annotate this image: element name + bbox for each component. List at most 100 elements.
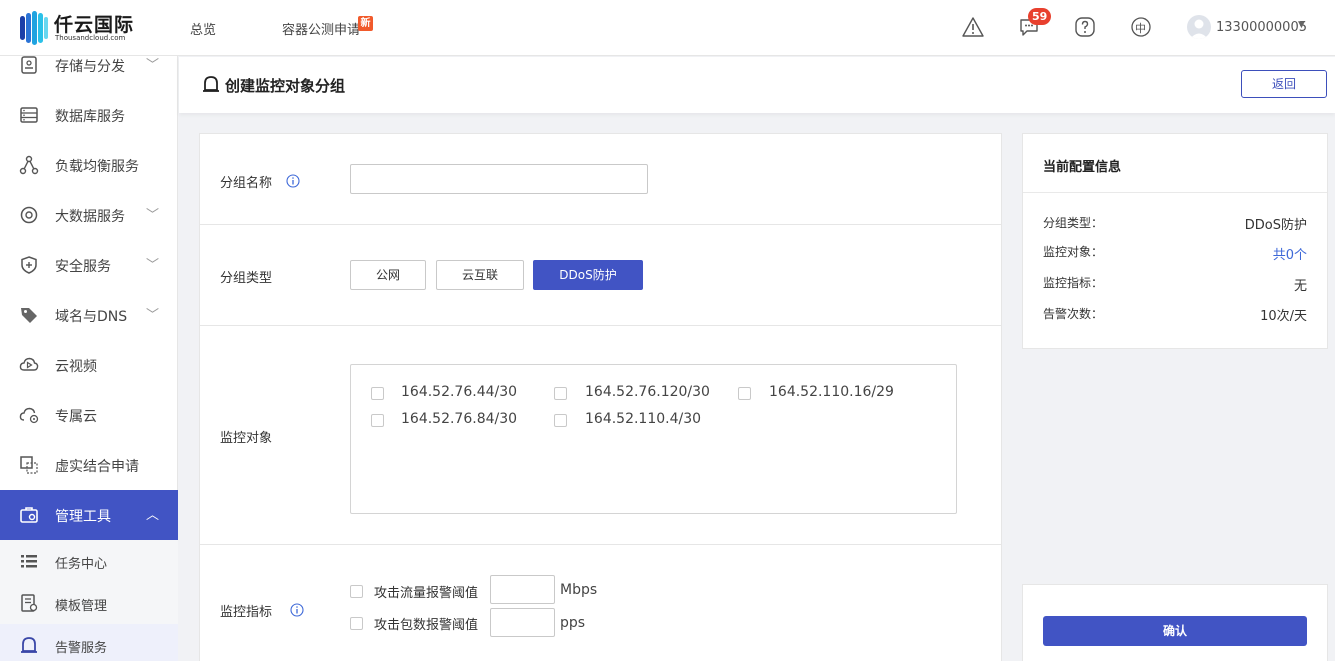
toolbox-icon: [20, 507, 38, 523]
sidebar-item-label: 虚实结合申请: [55, 459, 139, 475]
sidebar-subitem-alarm[interactable]: 告警服务: [0, 624, 178, 661]
summary-alarm-count-key: 告警次数：: [1043, 307, 1104, 321]
info-icon[interactable]: [286, 174, 300, 188]
sidebar-item-label: 大数据服务: [55, 209, 125, 225]
monitor-metric-row: 监控指标 攻击流量报警阈值 Mbps 攻击包数报警阈值 pps: [200, 545, 1001, 661]
sidebar-item-video-cloud[interactable]: 云视频: [0, 340, 178, 390]
chevron-down-icon: ﹀: [146, 258, 160, 273]
info-icon[interactable]: [290, 603, 304, 617]
language-label: 中: [1135, 22, 1146, 35]
list-icon: [21, 555, 37, 568]
summary-alarm-count-value: 10次/天: [1260, 309, 1307, 324]
sidebar-item-label: 数据库服务: [55, 109, 125, 125]
summary-metric-key: 监控指标：: [1043, 276, 1104, 290]
target-checkbox[interactable]: [554, 387, 567, 400]
monitor-target-box: 164.52.76.44/30 164.52.76.120/30 164.52.…: [350, 364, 957, 514]
user-account[interactable]: 13300000005: [1216, 20, 1307, 35]
database-icon: [20, 107, 38, 123]
config-summary-panel: 当前配置信息 分组类型： DDoS防护 监控对象： 共0个 监控指标： 无 告警…: [1022, 133, 1328, 349]
sidebar-subitem-template[interactable]: 模板管理: [0, 582, 178, 624]
sidebar-item-security[interactable]: 安全服务 ﹀: [0, 240, 178, 290]
sidebar-item-storage[interactable]: 存储与分发 ﹀: [0, 40, 178, 90]
page-header: 创建监控对象分组 返回: [179, 57, 1335, 113]
alarm-icon: [21, 637, 37, 653]
sidebar: 存储与分发 ﹀ 数据库服务 负载均衡服务 大数据服务 ﹀ 安全服务 ﹀ 域名与D…: [0, 56, 178, 661]
brand-name: 仟云国际: [54, 14, 135, 36]
sidebar-item-label: 存储与分发: [55, 59, 125, 75]
storage-icon: [21, 56, 37, 74]
group-name-row: 分组名称: [200, 134, 1001, 225]
sidebar-item-load-balancer[interactable]: 负载均衡服务: [0, 140, 178, 190]
nav-overview[interactable]: 总览: [190, 19, 216, 38]
sidebar-item-label: 负载均衡服务: [55, 159, 139, 175]
sidebar-item-database[interactable]: 数据库服务: [0, 90, 178, 140]
chevron-down-icon: ﹀: [146, 308, 160, 323]
monitor-target-label: 监控对象: [220, 431, 273, 446]
metric-packets-label: 攻击包数报警阈值: [374, 618, 479, 633]
nav-container-beta[interactable]: 容器公测申请: [282, 19, 360, 38]
summary-target-value[interactable]: 共0个: [1273, 244, 1307, 263]
type-cloud-interconnect-button[interactable]: 云互联: [436, 260, 524, 290]
summary-type-key: 分组类型：: [1043, 216, 1104, 230]
caret-down-icon[interactable]: ▼: [1298, 20, 1305, 30]
shield-icon: [21, 256, 37, 274]
sidebar-item-label: 管理工具: [55, 509, 111, 525]
target-checkbox[interactable]: [371, 414, 384, 427]
sidebar-subitem-label: 模板管理: [55, 599, 108, 614]
alarm-icon: [203, 76, 219, 92]
group-name-input[interactable]: [350, 164, 648, 194]
hybrid-icon: [20, 456, 38, 474]
video-cloud-icon: [19, 357, 39, 371]
confirm-panel: 确认: [1022, 584, 1328, 661]
load-balancer-icon: [19, 155, 39, 175]
sidebar-item-label: 专属云: [55, 409, 97, 425]
sidebar-item-bigdata[interactable]: 大数据服务 ﹀: [0, 190, 178, 240]
confirm-button[interactable]: 确认: [1043, 616, 1307, 646]
sidebar-item-private-cloud[interactable]: 专属云: [0, 390, 178, 440]
metric-packets-checkbox[interactable]: [350, 617, 363, 630]
metric-traffic-checkbox[interactable]: [350, 585, 363, 598]
sidebar-item-hybrid[interactable]: 虚实结合申请: [0, 440, 178, 490]
summary-target-key: 监控对象：: [1043, 245, 1104, 259]
target-ip: 164.52.76.44/30: [401, 384, 518, 400]
page-title: 创建监控对象分组: [225, 77, 346, 95]
form-card: 分组名称 分组类型 公网 云互联 DDoS防护 监控对象 164.52.76.4…: [199, 133, 1002, 661]
sidebar-subitem-task-center[interactable]: 任务中心: [0, 540, 178, 582]
sidebar-subitem-label: 任务中心: [55, 557, 108, 572]
monitor-metric-label: 监控指标: [220, 605, 273, 620]
target-ip: 164.52.76.120/30: [585, 384, 710, 400]
target-checkbox[interactable]: [554, 414, 567, 427]
summary-type-value: DDoS防护: [1244, 218, 1307, 233]
group-type-label: 分组类型: [220, 271, 273, 286]
summary-title: 当前配置信息: [1043, 160, 1122, 175]
metric-packets-input[interactable]: [490, 608, 555, 637]
sidebar-item-dns[interactable]: 域名与DNS ﹀: [0, 290, 178, 340]
metric-traffic-input[interactable]: [490, 575, 555, 604]
chevron-down-icon: ﹀: [146, 208, 160, 223]
target-ip: 164.52.76.84/30: [401, 411, 518, 427]
sidebar-item-management-tools[interactable]: 管理工具 ︿: [0, 490, 178, 540]
chevron-down-icon: ﹀: [146, 58, 160, 73]
message-count-badge: 59: [1028, 8, 1052, 25]
avatar[interactable]: [1187, 15, 1211, 39]
metric-traffic-unit: Mbps: [560, 582, 598, 598]
help-icon[interactable]: [1074, 16, 1096, 38]
sidebar-item-label: 安全服务: [55, 259, 111, 275]
chevron-up-icon: ︿: [146, 508, 160, 523]
type-ddos-button[interactable]: DDoS防护: [533, 260, 643, 290]
summary-metric-value: 无: [1293, 279, 1307, 294]
monitor-target-row: 监控对象 164.52.76.44/30 164.52.76.120/30 16…: [200, 326, 1001, 545]
type-public-button[interactable]: 公网: [350, 260, 426, 290]
target-checkbox[interactable]: [738, 387, 751, 400]
back-button[interactable]: 返回: [1241, 70, 1327, 98]
sidebar-item-label: 域名与DNS: [55, 309, 128, 325]
user-icon: [1190, 19, 1208, 39]
bigdata-icon: [20, 206, 38, 224]
group-name-label: 分组名称: [220, 176, 273, 191]
warning-icon[interactable]: [962, 16, 984, 38]
target-checkbox[interactable]: [371, 387, 384, 400]
private-cloud-icon: [19, 407, 39, 424]
new-badge: 新: [358, 16, 373, 31]
target-ip: 164.52.110.16/29: [769, 384, 894, 400]
template-icon: [21, 594, 38, 612]
